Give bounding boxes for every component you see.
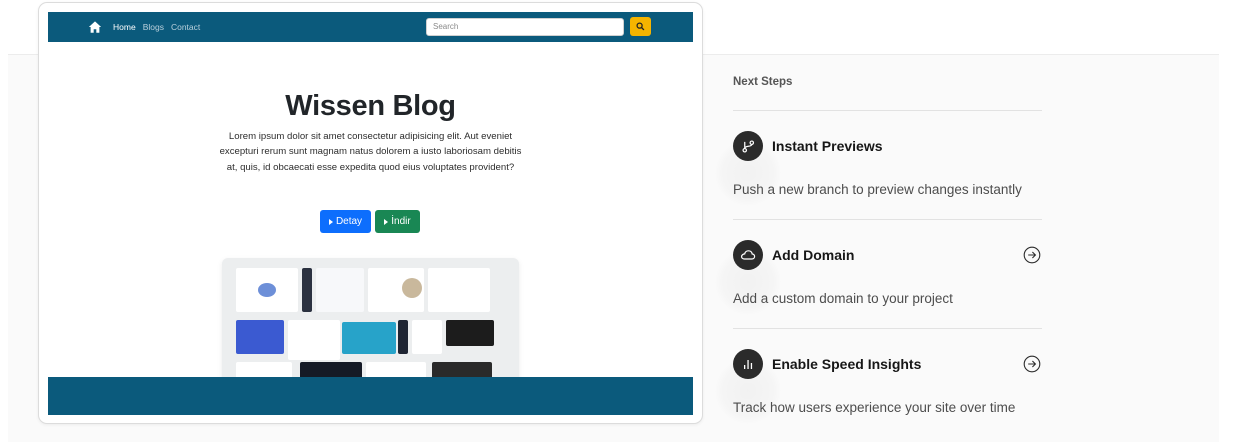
step-title-instant-previews[interactable]: Instant Previews [772,138,883,154]
site-navbar: Home Blogs Contact Search [48,12,693,42]
home-icon [88,21,102,33]
detay-button: Detay [320,210,371,233]
nav-blogs-link: Blogs [142,22,164,32]
cloud-icon [740,250,756,260]
divider [733,219,1042,220]
arrow-right-circle-icon[interactable] [1023,355,1041,373]
step-icon-speed-insights [733,349,763,379]
step-desc-speed-insights: Track how users experience your site ove… [733,400,1016,415]
site-search-input: Search [426,18,624,36]
hero-text: Lorem ipsum dolor sit amet consectetur a… [219,131,522,173]
deployment-preview-card[interactable]: Home Blogs Contact Search Wissen Blog Lo… [38,2,703,424]
site-footer [48,377,693,415]
arrow-right-circle-icon[interactable] [1023,246,1041,264]
detay-label: Detay [335,216,363,227]
next-steps-heading: Next Steps [733,76,793,88]
divider [733,110,1042,111]
nav-home-link: Home [113,22,136,32]
search-icon [636,22,645,31]
step-desc-add-domain: Add a custom domain to your project [733,291,953,306]
indir-label: İndir [391,216,411,227]
site-screenshot: Home Blogs Contact Search Wissen Blog Lo… [48,12,693,415]
step-title-add-domain[interactable]: Add Domain [772,247,854,263]
play-icon [328,218,333,225]
step-title-speed-insights[interactable]: Enable Speed Insights [772,356,921,372]
step-icon-instant-previews [733,131,763,161]
site-search-button [630,17,651,36]
git-branch-icon [741,139,754,153]
step-icon-add-domain [733,240,763,270]
bar-chart-icon [744,360,753,369]
divider [733,328,1042,329]
hero-title: Wissen Blog [285,90,456,122]
nav-contact-link: Contact [170,22,201,32]
template-gallery-image [222,258,519,388]
step-desc-instant-previews: Push a new branch to preview changes ins… [733,182,1022,197]
indir-button: İndir [375,210,420,233]
play-icon [384,218,389,225]
